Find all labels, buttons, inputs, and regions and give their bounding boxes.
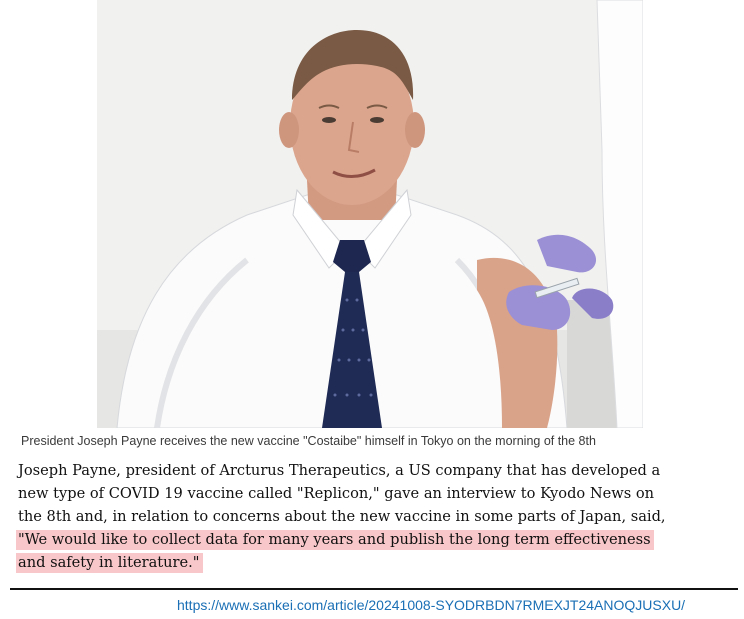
article-line: new type of COVID 19 vaccine called "Rep… (18, 485, 655, 502)
article-line: Joseph Payne, president of Arcturus Ther… (18, 462, 661, 479)
highlighted-quote-text: and safety in literature." (16, 553, 203, 573)
highlighted-quote-line: and safety in literature." (16, 551, 734, 574)
article-line: the 8th and, in relation to concerns abo… (18, 508, 666, 525)
divider-line (10, 588, 738, 590)
source-link[interactable]: https://www.sankei.com/article/20241008-… (177, 597, 737, 613)
article-body: Joseph Payne, president of Arcturus Ther… (16, 459, 734, 574)
highlighted-quote-text: "We would like to collect data for many … (16, 530, 654, 550)
news-photo (97, 0, 643, 428)
highlighted-quote-line: "We would like to collect data for many … (16, 528, 734, 551)
vaccination-photo (97, 0, 643, 428)
photo-caption: President Joseph Payne receives the new … (21, 434, 596, 448)
